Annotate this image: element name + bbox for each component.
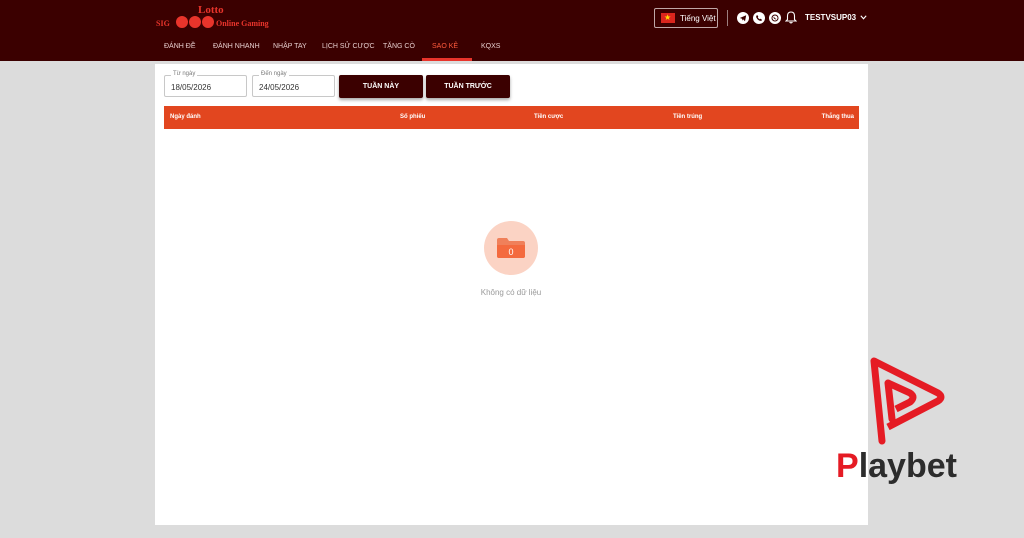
from-date-value: 18/05/2026 [171,83,212,92]
playbet-watermark-text: Playbet [836,447,957,486]
playbet-logo-icon [870,357,945,445]
statement-panel: Từ ngày 18/05/2026 Đến ngày 24/05/2026 T… [155,64,868,525]
viber-icon[interactable] [753,12,765,24]
last-week-button[interactable]: TUẦN TRƯỚC [426,75,510,98]
language-button[interactable]: Tiếng Việt [654,8,718,28]
header-divider [727,10,728,26]
language-label: Tiếng Việt [680,13,716,23]
to-date-field[interactable]: Đến ngày 24/05/2026 [252,71,335,97]
username: TESTVSUP03 [805,13,857,22]
empty-state-illustration: 0 [484,221,538,275]
empty-state-text: Không có dữ liệu [480,288,542,297]
active-tab-indicator [422,58,472,61]
column-header-win-loss: Thắng thua [821,114,854,120]
nav-item-danh-nhanh[interactable]: ĐÁNH NHANH [213,43,260,50]
nav-item-sao-ke[interactable]: SAO KÊ [432,43,458,50]
this-week-button[interactable]: TUẦN NÀY [339,75,423,98]
nav-item-kqxs[interactable]: KQXS [481,43,500,50]
from-date-field[interactable]: Từ ngày 18/05/2026 [164,71,247,97]
from-date-label: Từ ngày [171,71,198,77]
column-header-date: Ngày đánh [170,114,201,120]
nav-item-lich-su-cuoc[interactable]: LỊCH SỬ CƯỢC [322,43,375,50]
nav-item-danh-de[interactable]: ĐÁNH ĐỀ [164,43,196,50]
column-header-tickets: Số phiếu [400,114,426,120]
to-date-value: 24/05/2026 [259,83,300,92]
playbet-rest: laybet [858,447,957,485]
logo-prefix: SIG [156,19,170,28]
top-header: Lotto SIG Online Gaming Tiếng Việt TESTV… [0,0,1024,61]
bell-icon[interactable] [785,11,797,24]
empty-count-badge: 0 [508,247,513,257]
whatsapp-icon[interactable] [769,12,781,24]
logo-balls-icon [176,16,214,28]
statement-table-header: Ngày đánh Số phiếu Tiền cược Tiền trúng … [164,106,859,129]
chevron-down-icon [860,15,867,21]
user-menu[interactable]: TESTVSUP03 [805,13,867,22]
nav-item-tang-co[interactable]: TẶNG CÒ [383,43,415,50]
column-header-winnings: Tiền trúng [673,114,703,120]
telegram-icon[interactable] [737,12,749,24]
folder-icon: 0 [497,238,525,258]
site-logo[interactable]: Lotto SIG Online Gaming [156,4,269,32]
playbet-initial: P [836,447,859,485]
logo-suffix: Online Gaming [216,19,269,28]
vietnam-flag-icon [661,11,675,25]
nav-item-nhap-tay[interactable]: NHẬP TAY [273,43,307,50]
to-date-label: Đến ngày [259,71,289,77]
column-header-stake: Tiền cược [534,114,564,120]
